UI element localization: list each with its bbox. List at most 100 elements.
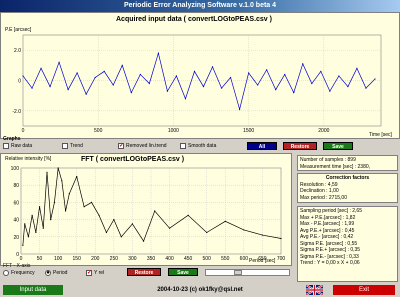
data-point — [320, 70, 322, 72]
data-point — [105, 231, 108, 234]
x-tick-label: 50 — [37, 256, 43, 262]
checkbox-box[interactable] — [180, 143, 186, 149]
x-tick-label: 600 — [240, 256, 249, 262]
data-point — [224, 220, 226, 222]
x-tick-label: 400 — [165, 256, 174, 262]
top-save-button[interactable]: Save — [323, 142, 353, 150]
data-point — [243, 229, 245, 231]
check-icon[interactable]: ✓ — [86, 270, 92, 276]
data-point — [284, 73, 286, 76]
data-point — [187, 214, 189, 216]
data-point — [142, 240, 145, 242]
data-point — [261, 234, 264, 236]
top-line-chart: 0 500 1000 1500 2000 2.0 0 -2.0 — [12, 34, 382, 134]
yrel-checkbox[interactable]: ✓ Y rel — [86, 270, 104, 276]
series-line — [22, 51, 376, 111]
data-point — [280, 237, 282, 240]
data-point — [229, 76, 232, 79]
top-restore-button[interactable]: Restore — [283, 142, 317, 150]
data-point — [184, 98, 187, 100]
data-point — [266, 69, 268, 71]
removed-trend-checkbox[interactable]: ✓ Removed lin.trend — [118, 143, 167, 149]
window-title: Periodic Error Analyzing Software v.1.0 … — [0, 0, 400, 12]
y-tick-label: 0 — [18, 79, 21, 85]
x-tick-label: 0 — [20, 256, 23, 262]
data-point — [148, 82, 150, 85]
frequency-radio[interactable]: Frequency — [3, 270, 35, 276]
data-point — [356, 67, 358, 69]
x-tick-label: 100 — [54, 256, 63, 262]
results-box: Sampling period [sec] : 2,65 Max + P.E.[… — [297, 206, 398, 282]
trend-checkbox[interactable]: Trend — [62, 143, 83, 149]
data-point — [76, 176, 78, 178]
data-point — [24, 223, 26, 225]
measurement-time-text: Measurement time [sec] : 2380, — [300, 163, 371, 170]
input-data-button[interactable]: Input data — [3, 285, 63, 295]
fft-restore-button[interactable]: Restore — [127, 268, 161, 276]
data-point — [53, 201, 56, 203]
data-point — [275, 89, 277, 91]
data-point — [31, 87, 33, 89]
data-point — [139, 73, 141, 76]
checkbox-box[interactable] — [3, 143, 9, 149]
data-point — [67, 89, 69, 91]
all-button[interactable]: All — [247, 142, 277, 150]
x-tick-label: 250 — [110, 256, 119, 262]
data-point — [40, 67, 42, 69]
data-point — [168, 227, 171, 229]
exit-button[interactable]: Exit — [333, 285, 395, 295]
y-tick-label: 2.0 — [14, 48, 21, 54]
data-point — [49, 85, 51, 88]
x-tick-label: 300 — [128, 256, 137, 262]
period-radio[interactable]: ● Period — [45, 270, 67, 276]
data-point — [27, 236, 30, 238]
check-icon[interactable]: ✓ — [118, 143, 124, 149]
scrollbar-thumb[interactable] — [234, 270, 242, 275]
x-tick-label: 350 — [147, 256, 156, 262]
removed-trend-label: Removed lin.trend — [126, 143, 167, 149]
stats-box: Number of samples : 899 Measurement time… — [297, 155, 398, 171]
data-point — [311, 82, 313, 85]
graphs-label: Graphs — [3, 136, 21, 142]
uk-flag-svg — [306, 285, 323, 295]
raw-data-label: Raw data — [11, 143, 33, 149]
data-point — [193, 70, 196, 72]
data-point — [103, 70, 105, 72]
fft-scrollbar[interactable] — [205, 269, 290, 276]
x-tick-label: 0 — [22, 128, 25, 134]
uk-flag-icon[interactable] — [306, 285, 323, 295]
x-tick-label: 650 — [258, 256, 267, 262]
frequency-label: Frequency — [11, 270, 35, 276]
data-point — [202, 85, 205, 88]
x-tick-label: 200 — [91, 256, 100, 262]
radio-selected-icon[interactable]: ● — [45, 270, 51, 276]
smooth-data-label: Smooth data — [188, 143, 217, 149]
y-tick-label: 20 — [13, 235, 19, 241]
yrel-label: Y rel — [94, 270, 105, 276]
radio-icon[interactable] — [3, 270, 9, 276]
trend-text: Trend : Y = 0,00 x X + 0,06 — [300, 260, 360, 266]
data-point — [157, 52, 159, 54]
smooth-data-checkbox[interactable]: Smooth data — [180, 143, 216, 149]
fft-line-chart: 0 50 100 150 200 250 300 350 400 450 500 550 600 650 7… — [11, 166, 286, 262]
data-point — [68, 193, 70, 195]
data-point — [22, 244, 24, 246]
raw-data-checkbox[interactable]: Raw data — [3, 143, 32, 149]
data-point — [302, 63, 304, 65]
data-point — [220, 87, 223, 89]
data-point — [166, 90, 169, 92]
data-point — [347, 85, 349, 88]
top-plot-area: Acquired input data ( convertLOGtoPEAS.c… — [0, 12, 400, 139]
data-point — [329, 90, 331, 92]
data-point — [38, 206, 41, 208]
fft-save-button[interactable]: Save — [168, 268, 198, 276]
series-line — [22, 167, 282, 246]
checkbox-box[interactable] — [62, 143, 68, 149]
x-tick-label: 450 — [184, 256, 193, 262]
data-point — [61, 180, 63, 182]
x-tick-label: 500 — [203, 256, 212, 262]
data-point — [42, 227, 44, 229]
data-point — [248, 72, 250, 74]
x-tick-label: 150 — [73, 256, 82, 262]
data-point — [113, 219, 115, 221]
